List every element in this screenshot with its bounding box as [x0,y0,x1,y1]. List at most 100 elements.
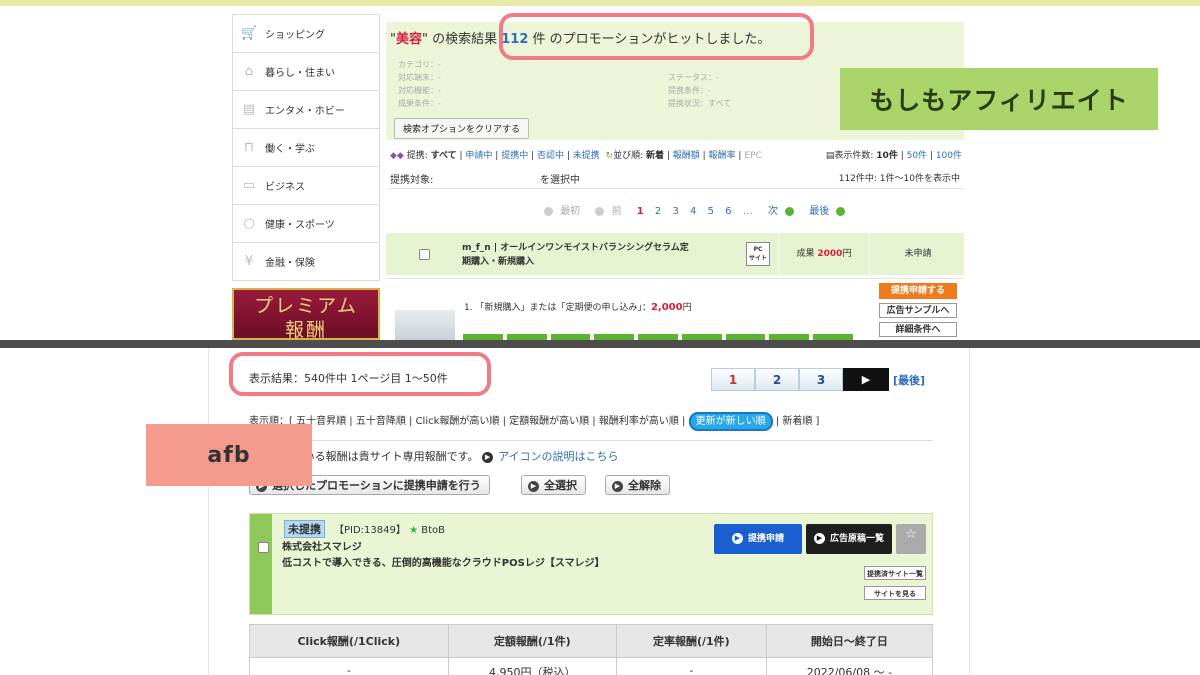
column-header: 定額報酬(/1件) [447,624,617,658]
pager-last[interactable]: 最後 [805,206,846,217]
pager-first-label: 最初 [560,206,581,217]
business-type: BtoB [421,525,445,536]
sort-kana-desc[interactable]: 五十音降順 [356,416,406,427]
reward-table: Click報酬(/1Click) 定額報酬(/1件) 定率報酬(/1件) 開始日… [249,624,934,675]
promotion-description[interactable]: 低コストで導入できる、圧倒的高機能なクラウドPOSレジ【スマレジ】 [282,554,605,569]
clear-search-options-button[interactable]: 検索オプションをクリアする [394,118,530,139]
partner-filter-all[interactable]: すべて [431,151,457,161]
promotion-status: 未申請 [904,249,932,259]
sort-click-reward[interactable]: Click報酬が高い順 [416,416,500,427]
per-page-50[interactable]: 50件 [907,151,927,161]
sort-reward-amount[interactable]: 報酬額 [673,151,700,161]
partner-site-list-button[interactable]: 提携済サイト一覧 [864,566,926,580]
search-meta-right: ステータス：- 提携条件：- 提携状況：すべて [668,71,731,110]
deselect-all-button[interactable]: ▶ 全解除 [605,475,670,495]
partner-filter-rejected[interactable]: 否認中 [537,151,564,161]
partner-filter-applying[interactable]: 申請中 [465,151,492,161]
page-3[interactable]: 3 [672,206,678,217]
afb-page-2[interactable]: 2 [755,368,799,391]
section-divider [0,340,1200,348]
page-5[interactable]: 5 [708,206,714,217]
film-icon: ▤ [242,101,256,117]
per-page-10[interactable]: 10件 [876,151,898,161]
pager-next-label: 次 [767,206,778,217]
sort-reward-rate[interactable]: 報酬率 [709,151,736,161]
promotion-thumbnail[interactable] [395,310,455,340]
sidebar-item-living[interactable]: ⌂ 暮らし・住まい [232,53,380,91]
per-page-label: 表示件数: [834,151,874,161]
partner-filter-partnered[interactable]: 提携中 [501,151,528,161]
moshimo-screenshot: 🛒 ショッピング ⌂ 暮らし・住まい ▤ エンタメ・ホビー ⊓ 働く・学ぶ ▭ ビジネス … [0,0,1200,340]
page-6[interactable]: 6 [725,206,731,217]
sidebar-item-shopping[interactable]: 🛒 ショッピング [232,14,380,53]
afb-last-page-link[interactable]: [最後] [893,372,925,388]
table-cell: 2022/06/08 〜 - [765,657,934,675]
result-prefix: の検索結果 [427,32,502,47]
prev-icon [595,206,605,216]
sort-epc[interactable]: EPC [744,151,761,161]
sidebar-item-label: 暮らし・住まい [265,68,335,79]
premium-reward-banner[interactable]: プレミアム 報酬 [232,288,380,340]
star-icon: ★ [409,525,419,536]
afb-sort-bar: 表示順：[ 五十音昇順 | 五十音降順 | Click報酬が高い順 | 定額報酬… [249,412,819,431]
meta-status: ステータス：- [668,73,719,82]
pager-next[interactable]: 次 [764,206,795,217]
per-page-100[interactable]: 100件 [936,151,962,161]
sidebar-item-work[interactable]: ⊓ 働く・学ぶ [232,129,380,167]
arrow-circle-icon: ▶ [482,451,494,463]
sort-new[interactable]: 新着順 [782,416,812,427]
pager-first[interactable]: 最初 [544,206,584,217]
sort-rate-reward[interactable]: 報酬利率が高い順 [599,416,679,427]
page-2[interactable]: 2 [655,206,661,217]
apply-partnership-button[interactable]: 提携申請する [879,283,957,299]
page-1[interactable]: 1 [637,206,644,217]
pager-prev-label: 前 [611,206,622,217]
sidebar-item-entertainment[interactable]: ▤ エンタメ・ホビー [232,91,380,129]
arrow-circle-icon: ▶ [813,533,825,544]
sidebar-item-business[interactable]: ▭ ビジネス [232,167,380,205]
detail-conditions-button[interactable]: 詳細条件へ [879,322,957,337]
view-site-button[interactable]: サイトを見る [864,586,926,600]
result-count-highlight [499,13,814,60]
promotion-checkbox[interactable] [258,542,269,553]
reward-suffix: 円 [842,249,852,259]
sort-label: 並び順: [613,151,644,161]
table-cell: 4,950円（税込） [447,657,617,675]
partner-filter-none[interactable]: 未提携 [573,151,600,161]
briefcase-icon: ▭ [242,177,256,193]
afb-page-3[interactable]: 3 [799,368,843,391]
afb-apply-button[interactable]: ▶ 提携申請 [714,524,802,554]
sidebar-item-health[interactable]: ○ 健康・スポーツ [232,205,380,243]
promotion-checkbox[interactable] [419,249,430,260]
pc-site-badge: PC サイト [746,242,770,266]
sort-newest[interactable]: 新着 [646,151,664,161]
next-icon [785,206,795,216]
sort-updated[interactable]: 更新が新しい順 [688,412,773,431]
icon-help-link[interactable]: アイコンの説明はこちら [498,450,618,463]
ad-list-button[interactable]: ▶ 広告原稿一覧 [806,524,892,554]
moshimo-header-strip [0,0,1200,6]
favorite-star-icon[interactable]: ☆ [896,524,926,554]
ad-sample-button[interactable]: 広告サンプルへ [879,303,957,318]
promotion-name[interactable]: m_f_n | オールインワンモイストバランシングセラム定 期購入・新規購入 [462,241,722,269]
moshimo-label: もしもアフィリエイト [840,68,1158,130]
promotion-name-line1: m_f_n | オールインワンモイストバランシングセラム定 [462,243,689,253]
column-header: Click報酬(/1Click) [249,624,449,658]
pager-prev[interactable]: 前 [595,206,625,217]
page-4[interactable]: 4 [690,206,696,217]
afb-content: 表示結果：540件中 1ページ目 1〜50件 1 2 3 ▶ [最後] 表示順：… [208,348,970,675]
ad-list-label: 広告原稿一覧 [829,534,884,544]
meta-feature: 対応機能：- [398,86,441,95]
table-cell: - [249,657,449,675]
partner-filter-label: 提携: [406,151,428,161]
sidebar-item-finance[interactable]: ¥ 金融・保険 [232,243,380,281]
select-all-button[interactable]: ▶ 全選択 [521,475,586,495]
money-icon: ¥ [244,253,254,269]
pin-icon: ○ [243,215,255,231]
sort-fixed-reward[interactable]: 定額報酬が高い順 [509,416,589,427]
per-page-selector: ▤表示件数: 10件 | 50件 | 100件 [825,151,962,161]
pager-ellipsis: … [742,206,753,217]
afb-next-page-button[interactable]: ▶ [843,368,889,391]
afb-page-1[interactable]: 1 [711,368,755,391]
promotion-card: 未提携 【PID:13849】 ★ BtoB 株式会社スマレジ 低コストで導入で… [249,513,933,615]
